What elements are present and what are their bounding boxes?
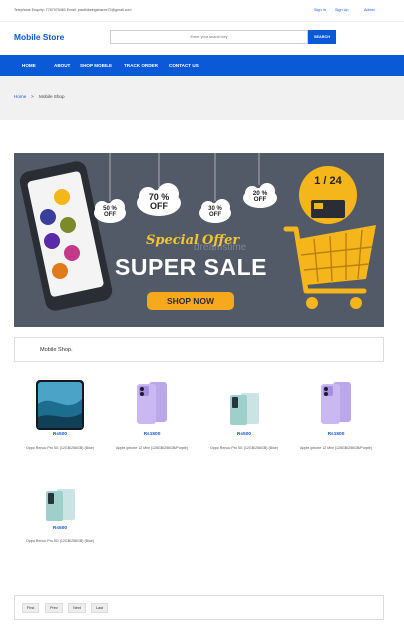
main-nav: HOME ABOUT SHOP MOBILE TRACK ORDER CONTA… [0,55,404,76]
nav-item-contact-us[interactable]: CONTACT US [169,63,199,68]
search-input[interactable] [110,30,308,44]
prev-page-button[interactable]: Prev [45,603,63,613]
top-bar: Telephone Enquiry: 7787979460 Email: pra… [0,0,404,22]
tag-50-label: 50 % OFF [103,206,117,218]
product-card[interactable]: Rs500 Oppo Renoo Pro 5G (12GB/256GB) (Bl… [20,376,100,466]
product-price: Rs1500 [327,432,345,437]
next-page-button[interactable]: Next [68,603,86,613]
phone-illustration [19,161,113,311]
oppo-blue-phone-image[interactable] [35,379,85,431]
section-header: Mobile Shop. [14,337,384,362]
first-page-button[interactable]: First [22,603,40,613]
oppo-teal-phone-image[interactable] [43,488,77,522]
product-card[interactable]: Rs500 Oppo Renoo Pro 5G (12GB/256GB) (Bl… [204,376,284,466]
breadcrumb-separator: > [31,94,34,99]
product-price: Rs500 [236,432,252,437]
product-card[interactable]: Rs500 Oppo Renoo Pro 5G (12GB/256GB) (Bl… [20,486,100,556]
nav-item-about[interactable]: ABOUT [54,63,70,68]
contact-info: Telephone Enquiry: 7787979460 Email: pra… [14,8,132,12]
tag-30-label: 30 % OFF [208,206,222,218]
watermark: dreamstime [194,242,247,253]
section-title: Mobile Shop. [40,347,73,353]
sale-headline: SUPER SALE [115,254,267,280]
oppo-teal-phone-image[interactable] [227,392,261,426]
sign-up-link[interactable]: Sign Up [335,8,349,12]
iphone-purple-image[interactable] [320,381,352,425]
search-button[interactable]: SEARCH [308,30,336,44]
tag-70-label: 70 % OFF [148,192,170,211]
admin-link[interactable]: Admin [364,8,375,12]
shopping-cart-icon [283,225,376,309]
badge-label: 1 / 24 [314,175,342,187]
product-name[interactable]: Oppo Renoo Pro 5G (12GB/256GB) (Blue) [20,445,100,451]
iphone-purple-image[interactable] [136,381,168,425]
product-price: Rs1500 [143,432,161,437]
nav-item-shop-mobile[interactable]: SHOP MOBILE [80,63,112,68]
product-name[interactable]: Oppo Renoo Pro 5G (12GB/256GB) (Blue) [204,445,284,451]
site-logo[interactable]: Mobile Store [14,32,64,42]
product-price: Rs500 [52,432,68,437]
product-name[interactable]: Apple Iphone 12 Mini (128GB/256GB/Purple… [296,445,376,451]
product-card[interactable]: Rs1500 Apple Iphone 12 Mini (128GB/256GB… [112,376,192,466]
promo-banner[interactable]: 50 % OFF 70 % OFF 30 % OFF 20 % OFF 1 / … [14,153,384,327]
product-name[interactable]: Oppo Renoo Pro 5G (12GB/256GB) (Blue) [20,538,100,544]
product-price: Rs500 [52,526,68,531]
breadcrumb-current: Mobile Shop [39,94,65,99]
shop-now-button[interactable]: SHOP NOW [147,296,234,306]
product-card[interactable]: Rs1500 Apple Iphone 12 Mini (128GB/256GB… [296,376,376,466]
breadcrumb: Home > Mobile Shop [0,76,404,120]
nav-item-home[interactable]: HOME [22,63,36,68]
sign-in-link[interactable]: Sign In [314,8,326,12]
last-page-button[interactable]: Last [91,603,109,613]
nav-item-track-order[interactable]: TRACK ORDER [124,63,158,68]
pagination: First Prev Next Last [14,595,384,620]
tag-20-label: 20 % OFF [252,190,268,204]
special-label: Special [146,233,199,248]
site-header: Mobile Store SEARCH [0,22,404,55]
breadcrumb-home[interactable]: Home [14,94,26,99]
product-name[interactable]: Apple Iphone 12 Mini (128GB/256GB/Purple… [112,445,192,451]
